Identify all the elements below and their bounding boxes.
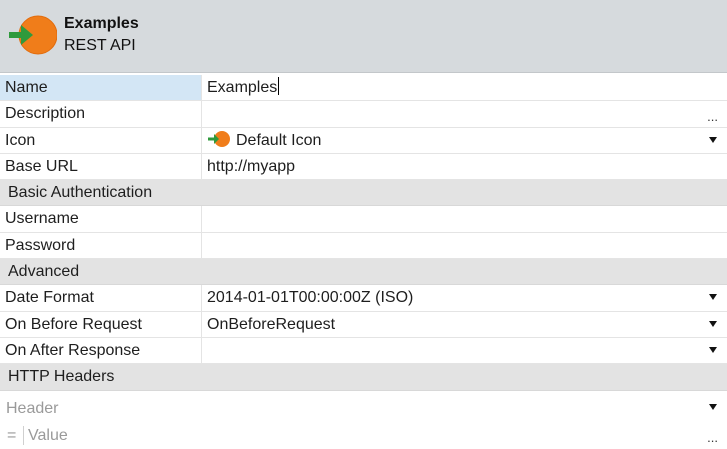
value-placeholder: Value <box>28 427 68 444</box>
property-label-username: Username <box>0 206 202 232</box>
property-row-on-after-response[interactable]: On After Response <box>0 337 727 365</box>
text-cursor <box>278 77 280 95</box>
section-advanced[interactable]: Advanced <box>0 259 727 286</box>
chevron-down-icon[interactable] <box>709 404 717 410</box>
property-row-password[interactable]: Password <box>0 232 727 260</box>
property-label-on-before-request: On Before Request <box>0 311 202 337</box>
property-label-description: Description <box>0 101 202 127</box>
field-divider <box>23 426 24 445</box>
property-row-name[interactable]: Name Examples <box>0 75 727 102</box>
property-row-icon[interactable]: Icon Default Icon <box>0 127 727 154</box>
property-label-on-after-response: On After Response <box>0 337 202 364</box>
http-header-name-select[interactable]: Header <box>0 395 727 422</box>
on-before-request-select[interactable]: OnBeforeRequest <box>203 312 727 337</box>
on-after-response-select[interactable] <box>203 338 727 363</box>
module-header: Examples REST API <box>0 0 727 73</box>
username-input[interactable] <box>203 206 727 231</box>
property-grid: Name Examples Description ... Icon Defau… <box>0 75 727 391</box>
property-row-on-before-request[interactable]: On Before Request OnBeforeRequest <box>0 311 727 338</box>
icon-value: Default Icon <box>236 131 322 149</box>
chevron-down-icon[interactable] <box>709 136 717 143</box>
value-ellipsis-button[interactable]: ... <box>707 425 718 449</box>
section-http-headers[interactable]: HTTP Headers <box>0 364 727 391</box>
property-label-base-url: Base URL <box>0 153 202 180</box>
property-label-name: Name <box>0 75 202 101</box>
base-url-value: http://myapp <box>207 157 296 175</box>
description-ellipsis-button[interactable]: ... <box>707 104 718 126</box>
rest-api-logo-icon <box>9 15 57 55</box>
property-label-password: Password <box>0 232 202 259</box>
property-row-username[interactable]: Username <box>0 206 727 233</box>
module-subtitle: REST API <box>64 37 136 54</box>
description-input[interactable]: ... <box>203 101 727 126</box>
chevron-down-icon[interactable] <box>709 320 717 327</box>
default-icon-preview-icon <box>208 130 230 147</box>
section-basic-authentication[interactable]: Basic Authentication <box>0 180 727 207</box>
property-label-icon: Icon <box>0 127 202 153</box>
property-label-date-format: Date Format <box>0 285 202 311</box>
equals-sign: = <box>7 427 17 444</box>
on-before-request-value: OnBeforeRequest <box>207 315 336 333</box>
chevron-down-icon[interactable] <box>709 346 717 353</box>
password-input[interactable] <box>203 233 727 258</box>
icon-select[interactable]: Default Icon <box>203 128 727 153</box>
base-url-input[interactable]: http://myapp <box>203 154 727 179</box>
module-title: Examples <box>64 15 139 32</box>
name-value: Examples <box>207 79 278 96</box>
property-row-base-url[interactable]: Base URL http://myapp <box>0 153 727 181</box>
name-input[interactable]: Examples <box>203 75 727 100</box>
date-format-select[interactable]: 2014-01-01T00:00:00Z (ISO) <box>203 285 727 310</box>
header-placeholder: Header <box>6 400 59 417</box>
property-row-date-format[interactable]: Date Format 2014-01-01T00:00:00Z (ISO) <box>0 285 727 312</box>
property-row-description[interactable]: Description ... <box>0 101 727 128</box>
chevron-down-icon[interactable] <box>709 294 717 301</box>
date-format-value: 2014-01-01T00:00:00Z (ISO) <box>207 289 414 307</box>
http-header-value-input[interactable]: = Value ... <box>0 422 727 449</box>
